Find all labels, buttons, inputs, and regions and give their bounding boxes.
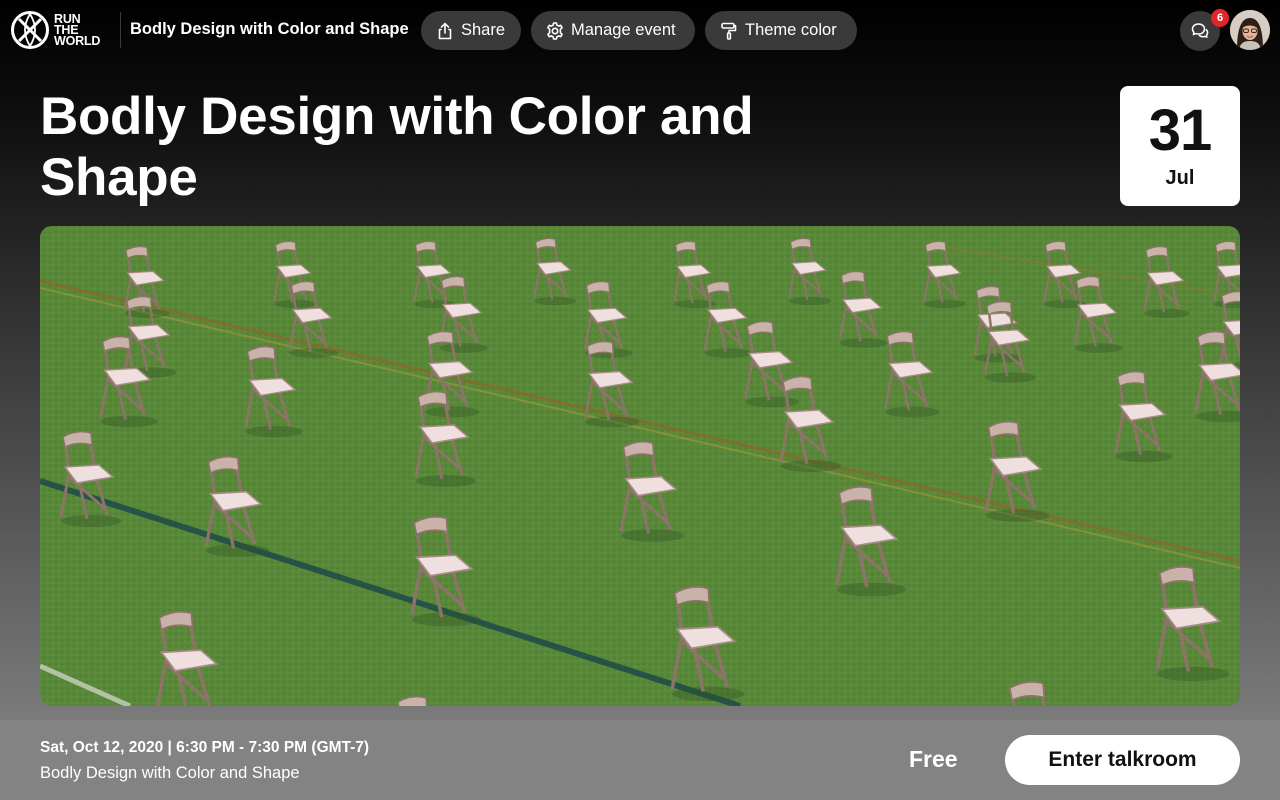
theme-color-label: Theme color xyxy=(745,21,837,39)
globe-logo-icon xyxy=(11,11,49,49)
page-title: Bodly Design with Color and Shape xyxy=(40,87,754,207)
share-button[interactable]: Share xyxy=(421,11,521,50)
share-label: Share xyxy=(460,21,505,39)
notification-badge: 6 xyxy=(1211,9,1229,27)
manage-event-button[interactable]: Manage event xyxy=(531,11,695,50)
event-datetime: Sat, Oct 12, 2020 | 6:30 PM - 7:30 PM (G… xyxy=(40,739,370,756)
paint-roller-icon xyxy=(721,22,737,40)
top-bar: RUN THE WORLD Bodly Design with Color an… xyxy=(0,0,1280,60)
share-icon xyxy=(438,22,452,39)
gear-icon xyxy=(547,21,563,40)
chairs-on-field-photo xyxy=(40,226,1240,706)
event-name-header: Bodly Design with Color and Shape xyxy=(130,20,409,38)
event-cover-image xyxy=(40,226,1240,706)
chat-bubbles-icon xyxy=(1191,23,1209,38)
date-day: 31 xyxy=(1148,98,1213,163)
theme-color-button[interactable]: Theme color xyxy=(705,11,857,50)
ticket-price: Free xyxy=(909,746,958,772)
avatar[interactable] xyxy=(1230,10,1270,50)
manage-event-label: Manage event xyxy=(571,21,676,39)
enter-talkroom-button[interactable]: Enter talkroom xyxy=(1005,735,1240,785)
event-subtitle: Bodly Design with Color and Shape xyxy=(40,764,300,782)
logo-wordmark: RUN THE WORLD xyxy=(54,12,114,48)
event-footer-bar: Sat, Oct 12, 2020 | 6:30 PM - 7:30 PM (G… xyxy=(0,720,1280,800)
divider xyxy=(120,12,121,48)
date-month: Jul xyxy=(1165,167,1195,189)
user-photo xyxy=(1230,10,1270,50)
logo-line: WORLD xyxy=(54,33,101,48)
run-the-world-logo[interactable]: RUN THE WORLD xyxy=(10,10,114,50)
date-card: 31 Jul xyxy=(1120,86,1240,206)
